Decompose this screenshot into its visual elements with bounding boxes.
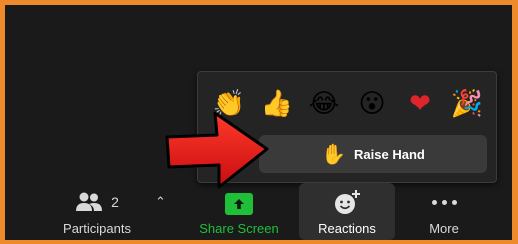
- chevron-up-icon[interactable]: ⌃: [155, 195, 166, 210]
- tears-of-joy-icon[interactable]: 😂: [306, 86, 342, 122]
- raised-hand-icon: ✋: [321, 142, 347, 166]
- share-screen-button[interactable]: Share Screen: [189, 183, 289, 240]
- more-label: More: [429, 221, 459, 236]
- share-screen-icon: [225, 193, 253, 215]
- participants-icon: [76, 192, 103, 211]
- raise-hand-button[interactable]: ✋ Raise Hand: [259, 135, 487, 173]
- more-dots-icon: [431, 189, 457, 215]
- participants-button[interactable]: 2 Participants: [49, 183, 145, 240]
- add-reaction-icon: [335, 190, 360, 214]
- share-screen-label: Share Screen: [199, 221, 279, 236]
- more-button[interactable]: More: [409, 183, 479, 240]
- red-heart-icon[interactable]: ❤: [402, 86, 438, 122]
- screenshot-frame: 👏 👍 😂 😮 ❤ 🎉 ✋ Raise Hand 2 Participants …: [0, 0, 518, 244]
- raise-hand-label: Raise Hand: [354, 146, 425, 162]
- meeting-window: 👏 👍 😂 😮 ❤ 🎉 ✋ Raise Hand 2 Participants …: [5, 5, 512, 240]
- reactions-button[interactable]: Reactions: [299, 183, 395, 240]
- annotation-arrow: [165, 111, 269, 189]
- meeting-toolbar: 2 Participants ⌃ Share Screen Reactions …: [5, 183, 512, 240]
- open-mouth-icon[interactable]: 😮: [354, 86, 390, 122]
- participants-count: 2: [111, 194, 119, 210]
- reactions-label: Reactions: [318, 221, 376, 236]
- participants-label: Participants: [63, 221, 131, 236]
- party-popper-icon[interactable]: 🎉: [449, 86, 485, 122]
